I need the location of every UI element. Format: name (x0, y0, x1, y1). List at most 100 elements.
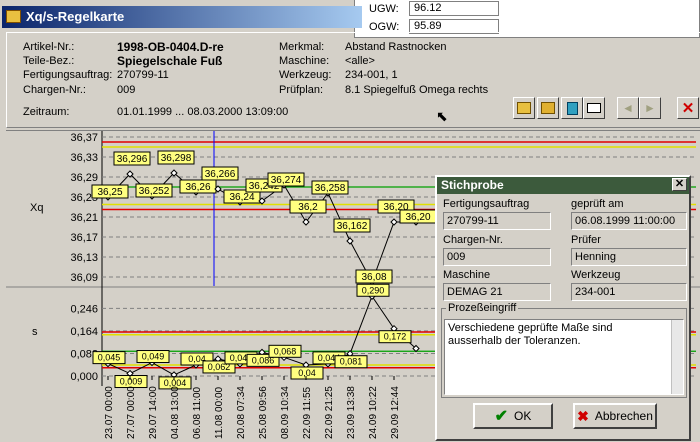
arrow-right-icon: ► (644, 101, 656, 115)
dlg-geprueft-label: geprüft am (571, 198, 624, 210)
merkmal-value: Abstand Rastnocken (345, 41, 447, 53)
back-button[interactable]: ◄ (617, 97, 639, 119)
x-tick-label: 04.08 13:00 (170, 386, 181, 439)
zeitraum-value: 01.01.1999 ... 08.03.2000 13:09:00 (117, 106, 289, 118)
memo-scrollbar[interactable] (671, 320, 683, 394)
dlg-werkzeug-label: Werkzeug (571, 269, 621, 281)
werkzeug-value: 234-001, 1 (345, 69, 398, 81)
xq-data-label: 36,266 (205, 169, 236, 180)
xq-data-label: 36,26 (185, 182, 210, 193)
chart-button[interactable] (513, 97, 535, 119)
dlg-chargen-label: Chargen-Nr. (443, 234, 503, 246)
cancel-x-icon: ✖ (577, 407, 589, 424)
xq-data-label: 36,296 (117, 154, 148, 165)
dlg-fa-field[interactable]: 270799-11 (443, 212, 551, 230)
dlg-maschine-label: Maschine (443, 269, 491, 281)
fa-label: Fertigungsauftrag: (23, 69, 113, 81)
maschine-value: <alle> (345, 55, 375, 67)
x-tick-label: 22.09 11:55 (302, 386, 313, 439)
dlg-pruefer-label: Prüfer (571, 234, 601, 246)
x-tick-label: 23.07 00:00 (104, 386, 115, 439)
dlg-fa-label: Fertigungsauftrag (443, 198, 530, 210)
s-data-label: 0,172 (384, 332, 407, 342)
s-data-label: 0,009 (120, 377, 143, 387)
xq-data-label: 36,252 (139, 186, 170, 197)
cancel-button[interactable]: ✖ Abbrechen (573, 403, 657, 429)
x-tick-label: 25.08 09:56 (258, 386, 269, 439)
s-tick-label: 0,164 (70, 326, 98, 338)
mouse-cursor-icon: ⬉ (436, 108, 448, 124)
maschine-label: Maschine: (279, 55, 330, 67)
ok-button[interactable]: ✔ OK (473, 403, 553, 429)
s-data-label: 0,045 (98, 353, 121, 363)
zeitraum-label: Zeitraum: (23, 106, 70, 118)
s-data-label: 0,04 (298, 368, 316, 378)
xq-tick-label: 36,17 (70, 232, 98, 244)
dlg-chargen-field[interactable]: 009 (443, 248, 551, 266)
dlg-pruefer-field[interactable]: Henning (571, 248, 687, 266)
xq-data-label: 36,274 (271, 175, 302, 186)
s-axis-label: s (32, 326, 38, 338)
s-data-label: 0,068 (274, 346, 297, 356)
xq-axis-label: Xq (30, 202, 43, 214)
close-red-icon: ✕ (681, 100, 695, 117)
s-data-label: 0,081 (340, 357, 363, 367)
teile-label: Teile-Bez.: (23, 55, 75, 67)
xq-tick-label: 36,33 (70, 152, 98, 164)
dlg-geprueft-field[interactable]: 06.08.1999 11:00:00 (571, 212, 687, 230)
forward-button[interactable]: ► (639, 97, 661, 119)
xq-tick-label: 36,29 (70, 172, 98, 184)
dlg-werkzeug-field[interactable]: 234-001 (571, 283, 687, 301)
ugw-value: 96.12 (409, 1, 499, 16)
chart-icon (517, 102, 531, 114)
page-icon (566, 101, 578, 115)
x-tick-label: 24.09 10:22 (368, 386, 379, 439)
artikel-value: 1998-OB-0404.D-re (117, 40, 224, 54)
prozesseingriff-memo[interactable]: Verschiedene geprüfte Maße sind ausserha… (444, 319, 684, 395)
page-button[interactable] (561, 97, 583, 119)
prozesseingriff-label: Prozeßeingriff (446, 302, 519, 314)
x-tick-label: 20.08 07:34 (236, 386, 247, 439)
x-tick-label: 06.08 11:00 (192, 386, 203, 439)
werkzeug-label: Werkzeug: (279, 69, 332, 81)
window-titlebar[interactable]: Xq/s-Regelkarte (2, 6, 362, 28)
memo-text: Verschiedene geprüfte Maße sind ausserha… (448, 322, 613, 347)
ok-label: OK (514, 409, 532, 423)
xq-data-label: 36,258 (315, 183, 346, 194)
s-data-label: 0,290 (362, 285, 385, 295)
x-tick-label: 11.08 00:00 (214, 386, 225, 439)
xq-data-label: 36,2 (298, 202, 318, 213)
x-tick-label: 23.09 13:38 (346, 386, 357, 439)
chart-app-icon (6, 10, 21, 23)
x-tick-label: 08.09 10:34 (280, 386, 291, 439)
xq-data-label: 36,25 (97, 187, 122, 198)
xq-tick-label: 36,37 (70, 132, 98, 144)
dlg-maschine-field[interactable]: DEMAG 21 (443, 283, 551, 301)
xq-data-label: 36,162 (337, 221, 368, 232)
xq-data-label: 36,24 (229, 192, 254, 203)
chart-settings-icon (541, 102, 555, 114)
ugw-label: UGW: (369, 3, 399, 15)
window-title: Xq/s-Regelkarte (26, 9, 125, 24)
fa-value: 270799-11 (117, 69, 169, 81)
prozesseingriff-group: Prozeßeingriff Verschiedene geprüfte Maß… (441, 302, 687, 398)
x-tick-label: 29.07 14:00 (148, 386, 159, 439)
x-tick-label: 22.09 21:25 (324, 386, 335, 439)
chart-settings-button[interactable] (537, 97, 559, 119)
dialog-title: Stichprobe (441, 178, 504, 192)
x-tick-label: 27.07 00:00 (126, 386, 137, 439)
pruefplan-value: 8.1 Spiegelfuß Omega rechts (345, 84, 489, 96)
dialog-close-button[interactable]: ✕ (672, 178, 687, 191)
print-icon (587, 103, 601, 113)
chargen-value: 009 (117, 84, 136, 96)
print-button[interactable] (583, 97, 605, 119)
stichprobe-dialog: Stichprobe ✕ Fertigungsauftrag 270799-11… (435, 175, 691, 441)
xq-data-label: 36,20 (405, 212, 430, 223)
teile-value: Spiegelschale Fuß (117, 54, 223, 68)
dialog-titlebar[interactable]: Stichprobe ✕ (437, 177, 689, 194)
arrow-left-icon: ◄ (622, 101, 634, 115)
close-chart-button[interactable]: ✕ (677, 97, 699, 119)
main-window: UGW: 96.12 OGW: 95.89 Xq/s-Regelkarte Ar… (0, 0, 700, 441)
cancel-label: Abbrechen (594, 409, 653, 423)
s-tick-label: 0,246 (70, 303, 98, 315)
